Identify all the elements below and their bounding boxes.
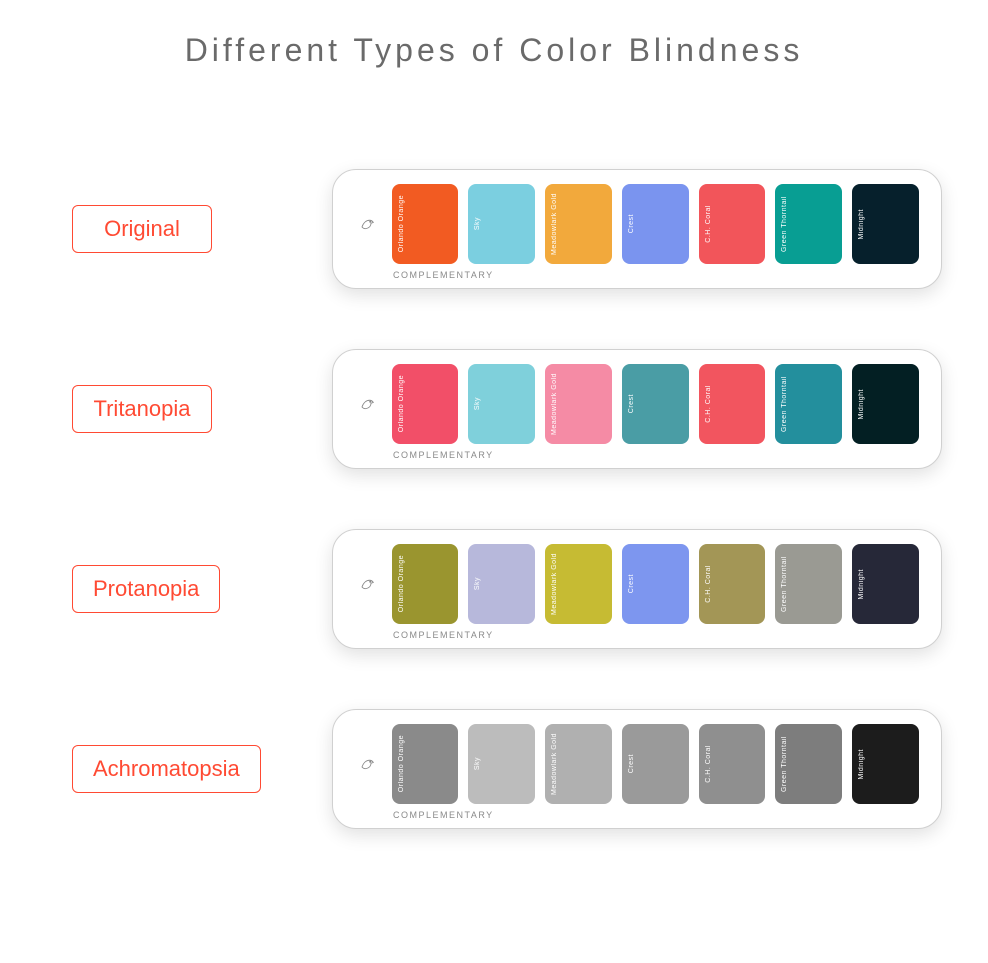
color-swatch: C.H. Coral xyxy=(699,724,766,804)
bird-icon xyxy=(355,215,382,233)
color-swatch: Crest xyxy=(622,544,689,624)
color-swatch: Orlando Orange xyxy=(392,364,459,444)
swatch-label: Green Thorntail xyxy=(781,736,788,792)
color-swatch: Meadowlark Gold xyxy=(545,544,612,624)
palette-card: Orlando Orange Sky Meadowlark Gold Crest C.H… xyxy=(332,169,942,289)
color-swatch: Crest xyxy=(622,724,689,804)
swatch-label: Sky xyxy=(474,217,481,230)
color-swatch: Green Thorntail xyxy=(775,544,842,624)
color-swatch: Crest xyxy=(622,184,689,264)
color-swatch: Green Thorntail xyxy=(775,724,842,804)
palette-card: Orlando Orange Sky Meadowlark Gold Crest C.H… xyxy=(332,529,942,649)
palette-caption: COMPLEMENTARY xyxy=(355,448,919,460)
swatch-row: Orlando Orange Sky Meadowlark Gold Crest C.H… xyxy=(355,724,919,804)
swatch-label: Green Thorntail xyxy=(781,196,788,252)
bird-icon xyxy=(355,575,382,593)
swatch-label: Meadowlark Gold xyxy=(551,193,558,255)
color-swatch: Meadowlark Gold xyxy=(545,184,612,264)
color-swatch: C.H. Coral xyxy=(699,544,766,624)
color-swatch: Green Thorntail xyxy=(775,184,842,264)
palette-row: Achromatopsia Orlando Orange Sky Meadowlark… xyxy=(72,709,948,829)
swatch-label: Meadowlark Gold xyxy=(551,553,558,615)
swatch-label: Meadowlark Gold xyxy=(551,373,558,435)
swatch-label: Midnight xyxy=(858,749,865,779)
palette-rows: Original Orlando Orange Sky Meadowlark Gold… xyxy=(0,169,988,829)
color-swatch: Sky xyxy=(468,184,535,264)
swatch-label: Midnight xyxy=(858,209,865,239)
palette-row: Tritanopia Orlando Orange Sky Meadowlark Go… xyxy=(72,349,948,469)
type-label: Achromatopsia xyxy=(72,745,261,793)
swatch-label: Sky xyxy=(474,397,481,410)
color-swatch: C.H. Coral xyxy=(699,364,766,444)
swatch-label: Crest xyxy=(628,214,635,233)
color-swatch: Meadowlark Gold xyxy=(545,724,612,804)
palette-row: Protanopia Orlando Orange Sky Meadowlark Go… xyxy=(72,529,948,649)
swatch-row: Orlando Orange Sky Meadowlark Gold Crest C.H… xyxy=(355,544,919,624)
swatch-row: Orlando Orange Sky Meadowlark Gold Crest C.H… xyxy=(355,364,919,444)
swatch-label: Meadowlark Gold xyxy=(551,733,558,795)
page-title: Different Types of Color Blindness xyxy=(0,32,988,69)
color-swatch: Sky xyxy=(468,724,535,804)
swatch-label: C.H. Coral xyxy=(705,205,712,243)
type-label: Original xyxy=(72,205,212,253)
swatch-label: C.H. Coral xyxy=(705,385,712,423)
palette-caption: COMPLEMENTARY xyxy=(355,808,919,820)
swatch-label: Green Thorntail xyxy=(781,556,788,612)
swatch-label: Crest xyxy=(628,574,635,593)
color-swatch: Crest xyxy=(622,364,689,444)
palette-card: Orlando Orange Sky Meadowlark Gold Crest C.H… xyxy=(332,349,942,469)
swatch-label: C.H. Coral xyxy=(705,745,712,783)
palette-caption: COMPLEMENTARY xyxy=(355,628,919,640)
color-swatch: Orlando Orange xyxy=(392,724,459,804)
palette-card: Orlando Orange Sky Meadowlark Gold Crest C.H… xyxy=(332,709,942,829)
bird-icon xyxy=(355,755,382,773)
swatch-label: Green Thorntail xyxy=(781,376,788,432)
color-swatch: Meadowlark Gold xyxy=(545,364,612,444)
color-swatch: Green Thorntail xyxy=(775,364,842,444)
color-swatch: Midnight xyxy=(852,184,919,264)
swatch-row: Orlando Orange Sky Meadowlark Gold Crest C.H… xyxy=(355,184,919,264)
color-swatch: Midnight xyxy=(852,364,919,444)
type-label: Tritanopia xyxy=(72,385,212,433)
swatch-label: Orlando Orange xyxy=(398,375,405,432)
palette-caption: COMPLEMENTARY xyxy=(355,268,919,280)
type-label: Protanopia xyxy=(72,565,220,613)
swatch-label: Midnight xyxy=(858,389,865,419)
color-swatch: Orlando Orange xyxy=(392,544,459,624)
swatch-label: Sky xyxy=(474,757,481,770)
color-swatch: Sky xyxy=(468,364,535,444)
color-swatch: C.H. Coral xyxy=(699,184,766,264)
swatch-label: Orlando Orange xyxy=(398,555,405,612)
swatch-label: Crest xyxy=(628,754,635,773)
bird-icon xyxy=(355,395,382,413)
color-swatch: Orlando Orange xyxy=(392,184,459,264)
swatch-label: Midnight xyxy=(858,569,865,599)
color-swatch: Midnight xyxy=(852,724,919,804)
swatch-label: Sky xyxy=(474,577,481,590)
color-swatch: Midnight xyxy=(852,544,919,624)
swatch-label: Orlando Orange xyxy=(398,735,405,792)
swatch-label: C.H. Coral xyxy=(705,565,712,603)
swatch-label: Orlando Orange xyxy=(398,195,405,252)
swatch-label: Crest xyxy=(628,394,635,413)
palette-row: Original Orlando Orange Sky Meadowlark Gold… xyxy=(72,169,948,289)
color-swatch: Sky xyxy=(468,544,535,624)
